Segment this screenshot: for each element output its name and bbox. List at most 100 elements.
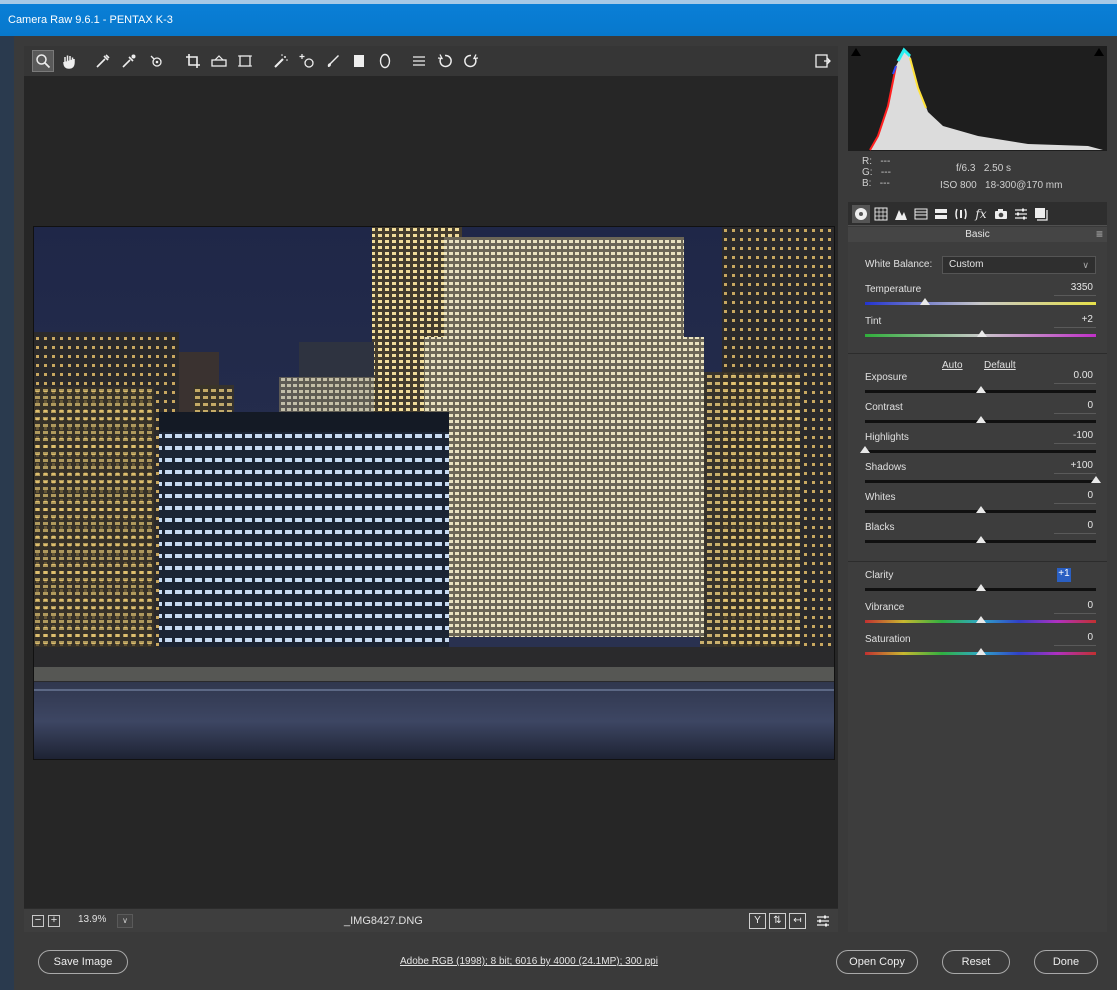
chevron-down-icon: ∨ [1082, 260, 1089, 270]
slider-thumb[interactable] [975, 506, 986, 513]
slider-value-field[interactable]: 0 [1054, 520, 1096, 534]
hsl-tab-icon[interactable] [912, 205, 930, 223]
slider-temperature[interactable]: Temperature 3350 [865, 282, 1096, 312]
histogram[interactable] [848, 46, 1107, 151]
window-title: Camera Raw 9.6.1 - PENTAX K-3 [8, 14, 173, 26]
white-balance-icon[interactable] [92, 50, 114, 72]
slider-value-field[interactable]: +100 [1054, 460, 1096, 474]
slider-value-field[interactable]: +1 [1057, 568, 1071, 582]
slider-value-field[interactable]: 0 [1054, 490, 1096, 504]
slider-value-field[interactable]: +2 [1054, 314, 1096, 328]
slider-shadows[interactable]: Shadows +100 [865, 460, 1101, 490]
snapshots-tab-icon[interactable] [1032, 205, 1050, 223]
copy-settings-icon[interactable]: ↤ [789, 913, 806, 929]
panel-title: Basic [965, 229, 990, 240]
panel-header: Basic ≡ [848, 227, 1107, 242]
default-link[interactable]: Default [984, 360, 1016, 371]
reset-button[interactable]: Reset [942, 950, 1010, 974]
white-balance-select[interactable]: Custom ∨ [942, 256, 1096, 274]
slider-thumb[interactable] [975, 616, 986, 623]
slider-label: Whites [865, 492, 896, 503]
slider-vibrance[interactable]: Vibrance 0 [865, 600, 1096, 630]
zoom-dropdown-icon[interactable]: ∨ [117, 914, 133, 928]
slider-saturation[interactable]: Saturation 0 [865, 632, 1096, 662]
zoom-in-button[interactable]: + [48, 915, 60, 927]
crop-icon[interactable] [182, 50, 204, 72]
red-eye-icon[interactable] [296, 50, 318, 72]
slider-value-field[interactable]: -100 [1054, 430, 1096, 444]
slider-clarity[interactable]: Clarity +1 [865, 568, 1096, 598]
histogram-graph [869, 47, 1103, 151]
toggle-settings-icon[interactable] [812, 910, 834, 932]
shadow-clipping-icon[interactable] [851, 48, 861, 56]
split-toning-tab-icon[interactable] [932, 205, 950, 223]
fullscreen-icon[interactable] [812, 50, 834, 72]
slider-track[interactable] [865, 450, 1096, 453]
white-balance-label: White Balance: [865, 259, 933, 270]
zoom-out-button[interactable]: − [32, 915, 44, 927]
before-after-view-icon[interactable]: Y [749, 913, 766, 929]
slider-value-field[interactable]: 0 [1054, 600, 1096, 614]
color-sampler-icon[interactable] [118, 50, 140, 72]
detail-tab-icon[interactable] [892, 205, 910, 223]
window-left-edge [0, 36, 14, 990]
highlight-clipping-icon[interactable] [1094, 48, 1104, 56]
swap-before-after-icon[interactable]: ⇅ [769, 913, 786, 929]
slider-value-field[interactable]: 3350 [1054, 282, 1096, 296]
slider-label: Contrast [865, 402, 903, 413]
slider-track[interactable] [865, 302, 1096, 305]
slider-exposure[interactable]: Exposure 0.00 [865, 370, 1096, 400]
slider-thumb[interactable] [1091, 476, 1101, 483]
hand-icon[interactable] [58, 50, 80, 72]
done-button[interactable]: Done [1034, 950, 1098, 974]
exposure-info: f/6.3 2.50 s [956, 163, 1012, 174]
camera-calibration-tab-icon[interactable] [992, 205, 1010, 223]
slider-thumb[interactable] [975, 536, 986, 543]
adjustment-brush-icon[interactable] [322, 50, 344, 72]
slider-thumb[interactable] [860, 446, 870, 453]
slider-tint[interactable]: Tint +2 [865, 314, 1096, 344]
slider-value-field[interactable]: 0 [1054, 400, 1096, 414]
slider-thumb[interactable] [975, 416, 986, 423]
graduated-filter-icon[interactable] [348, 50, 370, 72]
save-image-button[interactable]: Save Image [38, 950, 128, 974]
slider-thumb[interactable] [975, 386, 986, 393]
slider-thumb[interactable] [976, 330, 987, 337]
transform-icon[interactable] [234, 50, 256, 72]
auto-link[interactable]: Auto [942, 360, 963, 371]
bottom-bar: Save Image Adobe RGB (1998); 8 bit; 6016… [14, 932, 1117, 990]
slider-thumb[interactable] [975, 648, 986, 655]
spot-removal-icon[interactable] [270, 50, 292, 72]
slider-value-field[interactable]: 0.00 [1054, 370, 1096, 384]
image-preview[interactable] [33, 226, 835, 760]
zoom-level[interactable]: 13.9% [78, 914, 116, 928]
rotate-left-icon[interactable] [434, 50, 456, 72]
open-copy-button[interactable]: Open Copy [836, 950, 918, 974]
slider-value-field[interactable]: 0 [1054, 632, 1096, 646]
effects-tab-icon[interactable]: fx [972, 205, 990, 223]
slider-highlights[interactable]: Highlights -100 [860, 430, 1096, 460]
slider-thumb[interactable] [920, 298, 931, 305]
straighten-icon[interactable] [208, 50, 230, 72]
presets-tab-icon[interactable] [1012, 205, 1030, 223]
slider-label: Temperature [865, 284, 922, 295]
slider-contrast[interactable]: Contrast 0 [865, 400, 1096, 430]
slider-thumb[interactable] [975, 584, 986, 591]
rotate-right-icon[interactable] [460, 50, 482, 72]
slider-track[interactable] [865, 480, 1096, 483]
camera-info: R: --- G: --- B: --- f/6.3 2.50 s ISO 80… [848, 152, 1107, 198]
targeted-adjustment-icon[interactable] [146, 50, 168, 72]
radial-filter-icon[interactable] [374, 50, 396, 72]
preferences-icon[interactable] [408, 50, 430, 72]
slider-blacks[interactable]: Blacks 0 [865, 520, 1096, 550]
slider-label: Blacks [865, 522, 895, 533]
panel-menu-icon[interactable]: ≡ [1096, 227, 1103, 242]
basic-panel: White Balance: Custom ∨ Auto Default Tem… [848, 242, 1107, 932]
zoom-icon[interactable] [32, 50, 54, 72]
slider-label: Clarity [865, 570, 894, 581]
basic-tab-icon[interactable] [852, 205, 870, 223]
tone-curve-tab-icon[interactable] [872, 205, 890, 223]
workflow-options-link[interactable]: Adobe RGB (1998); 8 bit; 6016 by 4000 (2… [400, 956, 658, 967]
slider-whites[interactable]: Whites 0 [865, 490, 1096, 520]
lens-tab-icon[interactable] [952, 205, 970, 223]
